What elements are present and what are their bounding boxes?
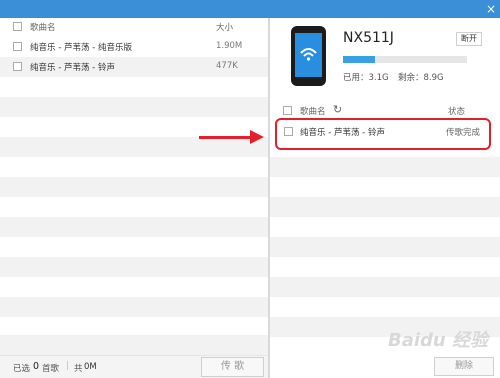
total-size: 0M [84,362,97,372]
empty-row [270,217,500,237]
close-icon[interactable]: × [482,0,500,18]
empty-row [0,217,268,237]
selected-count: 0 [33,361,40,372]
table-row[interactable]: 纯音乐 - 芦苇荡 - 铃声 477K [0,57,268,77]
local-name-column-header: 歌曲名 [30,23,56,33]
selected-prefix: 已选 [13,364,31,374]
device-list-header: 歌曲名 ↻ 状态 [270,102,500,119]
transfer-button[interactable]: 传 歌 [201,357,264,377]
song-size: 477K [216,61,238,71]
empty-row [0,137,268,157]
wifi-icon [300,48,317,61]
row-checkbox[interactable] [13,42,22,51]
annotation-arrow-shaft [199,136,256,139]
storage-bar [343,56,467,63]
phone-screen [295,33,322,77]
empty-row [270,297,500,317]
local-size-column-header: 大小 [216,23,234,33]
total-prefix: 共 [74,364,83,374]
device-name: NX511J [343,30,394,46]
storage-bar-fill [343,56,376,63]
empty-row [0,297,268,317]
empty-row [0,197,268,217]
disconnect-button[interactable]: 断开 [456,32,482,46]
empty-row [270,197,500,217]
song-size: 1.90M [216,41,243,51]
storage-used: 已用：3.1G [343,73,389,83]
local-status-bar: 已选 0 首歌 | 共 0M 传 歌 [0,355,268,378]
annotation-highlight-box [275,118,491,150]
phone-icon [291,26,326,86]
baidu-watermark: Baidu 经验 [388,330,489,351]
empty-row [270,237,500,257]
title-bar: × [0,0,500,18]
empty-row [270,257,500,277]
local-list-header: 歌曲名 大小 [0,18,268,35]
song-name: 纯音乐 - 芦苇荡 - 纯音乐版 [30,43,132,53]
empty-row [0,77,268,97]
device-select-all-checkbox[interactable] [283,106,292,115]
empty-row [0,335,268,355]
select-all-checkbox[interactable] [13,22,22,31]
local-song-panel: 歌曲名 大小 纯音乐 - 芦苇荡 - 纯音乐版 1.90M 纯音乐 - 芦苇荡 … [0,18,268,378]
empty-row [0,157,268,177]
refresh-icon[interactable]: ↻ [333,103,342,116]
empty-row [0,317,268,337]
empty-row [0,277,268,297]
empty-row [0,97,268,117]
empty-row [0,257,268,277]
status-divider: | [66,361,69,371]
empty-row [270,157,500,177]
annotation-arrow-icon [250,130,264,144]
delete-button[interactable]: 删除 [434,357,494,376]
row-checkbox[interactable] [13,62,22,71]
empty-row [270,177,500,197]
selected-suffix: 首歌 [42,364,60,374]
device-name-column-header: 歌曲名 [300,107,326,117]
device-panel: NX511J 断开 已用：3.1G 剩余：8.9G 歌曲名 ↻ 状态 纯音乐 -… [270,18,500,378]
empty-row [0,237,268,257]
song-name: 纯音乐 - 芦苇荡 - 铃声 [30,63,115,73]
device-status-column-header: 状态 [448,107,466,117]
empty-row [270,277,500,297]
table-row[interactable]: 纯音乐 - 芦苇荡 - 纯音乐版 1.90M [0,37,268,57]
empty-row [0,117,268,137]
empty-row [0,177,268,197]
storage-free: 剩余：8.9G [398,73,444,83]
